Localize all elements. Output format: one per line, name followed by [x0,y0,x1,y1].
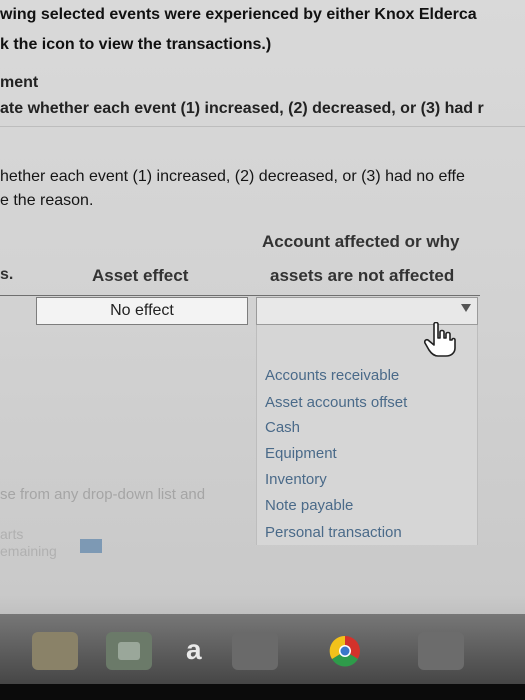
intro-line-1: wing selected events were experienced by… [0,6,477,23]
folder-icon[interactable] [32,632,78,670]
remaining-progress-chip [80,539,102,553]
dropdown-arrow-icon[interactable] [461,304,471,312]
dropdown-option-personal-transaction[interactable]: Personal transaction [265,524,402,541]
header-account-line-2: assets are not affected [270,266,455,285]
dropdown-option-accounts-receivable[interactable]: Accounts receivable [265,367,399,384]
dropdown-option-note-payable[interactable]: Note payable [265,497,353,514]
dropdown-option-asset-accounts-offset[interactable]: Asset accounts offset [265,394,407,411]
header-account-line-1: Account affected or why [262,232,460,251]
dropdown-option-cash[interactable]: Cash [265,419,300,436]
instruction-line-1: hether each event (1) increased, (2) dec… [0,168,465,185]
taskbar-app-icon[interactable] [232,632,278,670]
account-affected-select[interactable] [256,297,478,325]
section-title: ment [0,74,39,91]
hand-pointer-icon [423,321,456,363]
header-s: s. [0,266,14,283]
chrome-icon[interactable] [322,632,368,670]
footer-remaining: emaining [0,543,57,559]
dropdown-option-equipment[interactable]: Equipment [265,445,337,462]
dropdown-option-inventory[interactable]: Inventory [265,471,327,488]
section-instruction: ate whether each event (1) increased, (2… [0,100,484,117]
header-asset-effect: Asset effect [92,266,189,285]
header-divider [0,295,480,296]
footer-hint: se from any drop-down list and [0,486,206,503]
taskbar-app-icon-2[interactable] [418,632,464,670]
screen-bezel [0,684,525,700]
intro-line-2: k the icon to view the transactions.) [0,36,272,53]
store-icon[interactable] [106,632,152,670]
instruction-line-2: e the reason. [0,192,94,209]
asset-effect-value: No effect [110,302,174,319]
section-divider [0,126,525,127]
amazon-icon[interactable]: a [186,634,202,666]
footer-parts: arts [0,526,24,542]
asset-effect-select[interactable]: No effect [36,297,248,325]
